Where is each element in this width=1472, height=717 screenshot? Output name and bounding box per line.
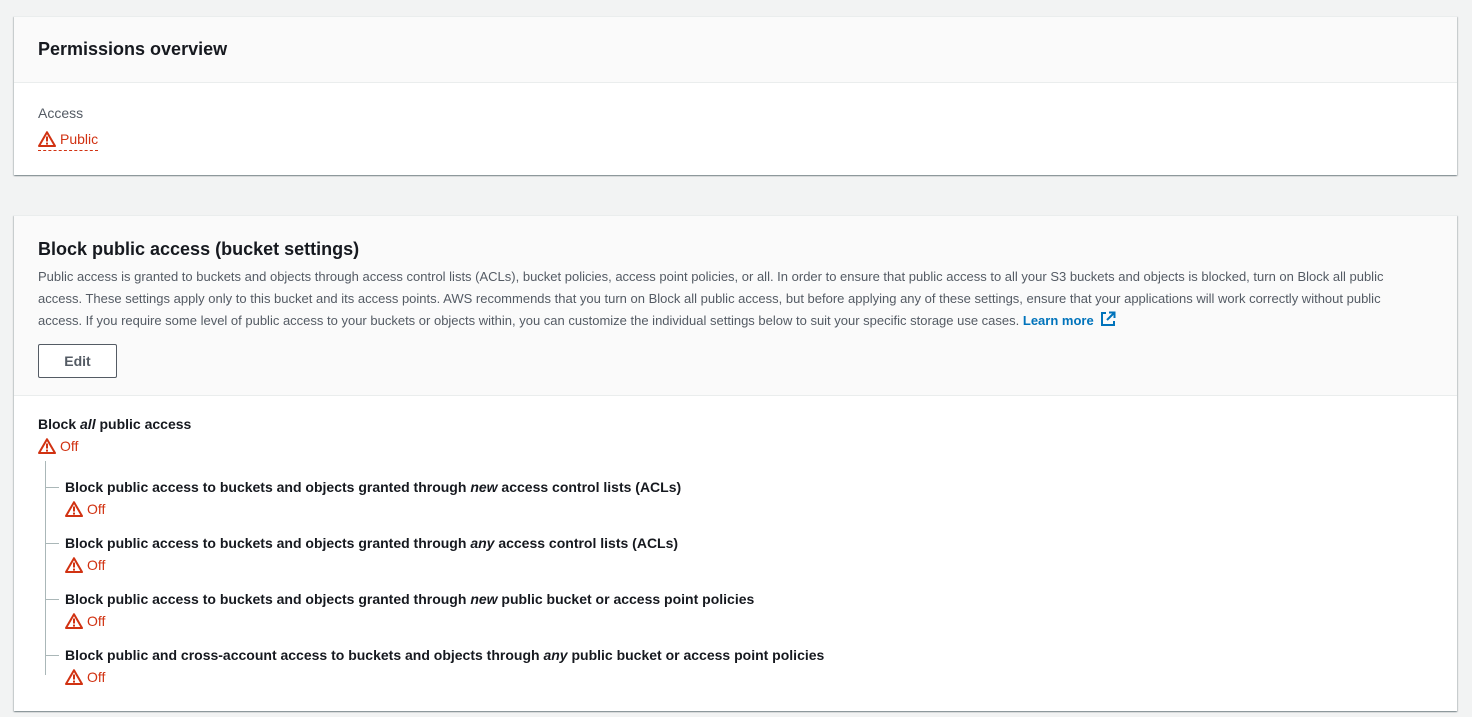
setting-emphasis: new [470, 479, 498, 495]
block-public-access-description: Public access is granted to buckets and … [38, 266, 1428, 332]
warning-icon [65, 557, 83, 573]
block-public-access-body: Block all public access Off Block public… [14, 396, 1457, 691]
setting-emphasis: new [470, 591, 498, 607]
learn-more-link[interactable]: Learn more [1022, 311, 1116, 328]
warning-icon [65, 613, 83, 629]
permissions-overview-title: Permissions overview [38, 39, 228, 59]
external-link-icon [1100, 311, 1116, 326]
setting-emphasis: any [470, 535, 495, 551]
block-public-access-panel: Block public access (bucket settings) Pu… [14, 215, 1457, 711]
warning-icon [38, 131, 56, 147]
block-all-prefix: Block [38, 416, 81, 432]
setting-title: Block public access to buckets and objec… [65, 589, 1433, 609]
block-public-access-header: Block public access (bucket settings) Pu… [14, 216, 1457, 396]
block-all-emphasis: all [80, 416, 96, 432]
setting-any-acls: Block public access to buckets and objec… [45, 523, 1433, 579]
setting-status: Off [65, 555, 105, 575]
setting-prefix: Block public access to buckets and objec… [65, 591, 471, 607]
setting-prefix: Block public and cross-account access to… [65, 647, 544, 663]
setting-status-value: Off [87, 613, 106, 629]
block-settings-tree: Block public access to buckets and objec… [38, 461, 1433, 691]
warning-icon [65, 669, 83, 685]
access-label: Access [38, 105, 84, 121]
setting-title: Block public access to buckets and objec… [65, 533, 1433, 553]
tree-connector-line [45, 461, 46, 675]
setting-any-policies: Block public and cross-account access to… [45, 635, 1433, 691]
setting-suffix: access control lists (ACLs) [497, 479, 682, 495]
permissions-overview-header: Permissions overview [14, 17, 1457, 83]
block-all-suffix: public access [95, 416, 192, 432]
permissions-overview-panel: Permissions overview Access Public [14, 16, 1457, 175]
setting-new-policies: Block public access to buckets and objec… [45, 579, 1433, 635]
setting-title: Block public access to buckets and objec… [65, 477, 1433, 497]
setting-emphasis: any [543, 647, 568, 663]
permissions-overview-body: Access Public [14, 83, 1457, 152]
setting-status: Off [65, 667, 105, 687]
block-all-status: Off [38, 436, 78, 456]
setting-status-value: Off [87, 557, 106, 573]
block-all-public-access-title: Block all public access [38, 414, 1433, 434]
edit-button[interactable]: Edit [38, 344, 117, 378]
setting-suffix: access control lists (ACLs) [494, 535, 679, 551]
access-status-popover[interactable]: Public [38, 129, 99, 151]
learn-more-label: Learn more [1022, 313, 1094, 328]
setting-new-acls: Block public access to buckets and objec… [45, 467, 1433, 523]
setting-prefix: Block public access to buckets and objec… [65, 535, 471, 551]
setting-prefix: Block public access to buckets and objec… [65, 479, 471, 495]
setting-status: Off [65, 499, 105, 519]
warning-icon [65, 501, 83, 517]
setting-status-value: Off [87, 669, 106, 685]
block-all-status-value: Off [60, 438, 79, 454]
setting-title: Block public and cross-account access to… [65, 645, 1433, 665]
description-text: Public access is granted to buckets and … [38, 269, 1384, 328]
access-value: Public [60, 131, 99, 147]
setting-status-value: Off [87, 501, 106, 517]
setting-suffix: public bucket or access point policies [567, 647, 825, 663]
page: Permissions overview Access Public Block… [0, 0, 1472, 717]
block-public-access-title: Block public access (bucket settings) [38, 239, 360, 259]
warning-icon [38, 438, 56, 454]
setting-status: Off [65, 611, 105, 631]
setting-suffix: public bucket or access point policies [497, 591, 755, 607]
